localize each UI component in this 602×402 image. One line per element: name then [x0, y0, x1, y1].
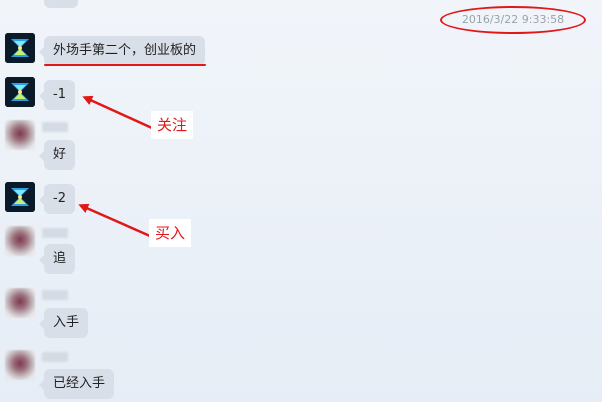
arrow-to-minus-two	[78, 203, 151, 238]
annotation-label-watch: 关注	[151, 111, 194, 139]
annotation-label-buy: 买入	[149, 219, 192, 247]
chat-window: 2016/3/22 9:33:58 外场手第二个，创业板的 -1 好 -2 追 …	[0, 0, 602, 402]
arrow-to-minus-one	[82, 95, 153, 130]
annotation-arrows	[78, 95, 153, 238]
